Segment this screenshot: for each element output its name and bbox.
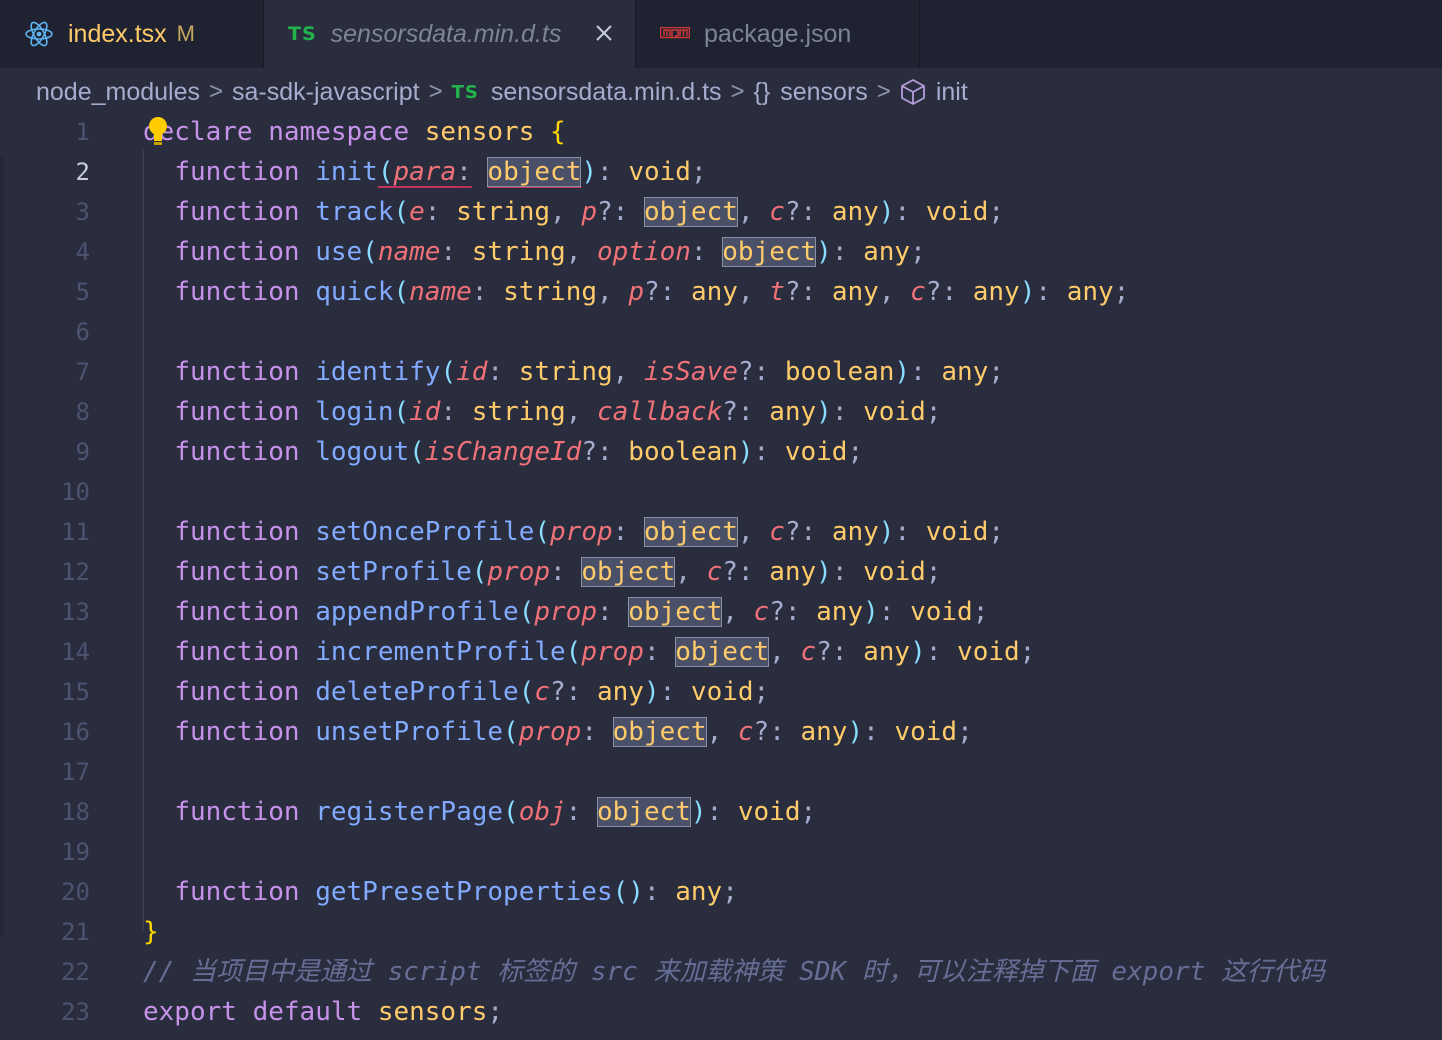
code-line[interactable]: 3 function track(e: string, p?: object, … xyxy=(0,192,1442,232)
code-text: function registerPage(obj: object): void… xyxy=(174,797,817,827)
code-line[interactable]: 12 function setProfile(prop: object, c?:… xyxy=(0,552,1442,592)
line-number: 7 xyxy=(75,358,90,386)
code-text: function quick(name: string, p?: any, t?… xyxy=(174,277,1130,307)
line-number: 3 xyxy=(75,198,90,226)
tab-label: index.tsx xyxy=(68,19,167,48)
line-number: 23 xyxy=(61,998,90,1026)
code-line[interactable]: 19 xyxy=(0,832,1442,872)
code-line[interactable]: 15 function deleteProfile(c?: any): void… xyxy=(0,672,1442,712)
tab-label: sensorsdata.min.d.ts xyxy=(330,19,562,48)
code-text: // 当项目中是通过 script 标签的 src 来加载神策 SDK 时，可以… xyxy=(143,957,1325,987)
code-line[interactable]: 16 function unsetProfile(prop: object, c… xyxy=(0,712,1442,752)
breadcrumb-node-modules[interactable]: node_modules xyxy=(36,78,200,107)
close-icon[interactable] xyxy=(591,20,617,46)
breadcrumb-sensors[interactable]: sensors xyxy=(780,78,868,107)
line-number: 13 xyxy=(61,598,90,626)
code-text: function setProfile(prop: object, c?: an… xyxy=(174,557,942,587)
code-line[interactable]: 9 function logout(isChangeId?: boolean):… xyxy=(0,432,1442,472)
code-line[interactable]: 13 function appendProfile(prop: object, … xyxy=(0,592,1442,632)
line-number: 21 xyxy=(61,918,90,946)
code-text: function setOnceProfile(prop: object, c?… xyxy=(174,517,1005,547)
line-number: 4 xyxy=(75,238,90,266)
code-text: } xyxy=(143,917,159,947)
code-text: function login(id: string, callback?: an… xyxy=(174,397,942,427)
code-line[interactable]: 20 function getPresetProperties(): any; xyxy=(0,872,1442,912)
chevron-right-icon: > xyxy=(209,78,224,105)
code-line[interactable]: 11 function setOnceProfile(prop: object,… xyxy=(0,512,1442,552)
code-text: function unsetProfile(prop: object, c?: … xyxy=(174,717,973,747)
breadcrumb-file[interactable]: sensorsdata.min.d.ts xyxy=(491,78,722,107)
line-number: 19 xyxy=(61,838,90,866)
line-number: 6 xyxy=(75,318,90,346)
code-line[interactable]: 4 function use(name: string, option: obj… xyxy=(0,232,1442,272)
code-line[interactable]: 8 function login(id: string, callback?: … xyxy=(0,392,1442,432)
code-text: declare namespace sensors { xyxy=(143,117,566,147)
line-number: 2 xyxy=(75,158,90,186)
ts-icon: TS xyxy=(288,23,317,45)
chevron-right-icon: > xyxy=(876,78,891,105)
line-number: 15 xyxy=(61,678,90,706)
code-text: function identify(id: string, isSave?: b… xyxy=(174,357,1005,387)
code-text: function appendProfile(prop: object, c?:… xyxy=(174,597,989,627)
tab-bar: index.tsx M TS sensorsdata.min.d.ts pack… xyxy=(0,0,1442,68)
ts-icon: TS xyxy=(451,81,479,103)
breadcrumb-sa-sdk-javascript[interactable]: sa-sdk-javascript xyxy=(232,78,420,107)
code-text: function logout(isChangeId?: boolean): v… xyxy=(174,437,864,467)
code-line[interactable]: 6 xyxy=(0,312,1442,352)
breadcrumb: node_modules > sa-sdk-javascript > TS se… xyxy=(36,70,968,114)
code-line[interactable]: 14 function incrementProfile(prop: objec… xyxy=(0,632,1442,672)
tab-label: package.json xyxy=(704,19,852,48)
code-line[interactable]: 23 export default sensors; xyxy=(0,992,1442,1032)
code-line[interactable]: 7 function identify(id: string, isSave?:… xyxy=(0,352,1442,392)
code-line[interactable]: 1 declare namespace sensors { xyxy=(0,112,1442,152)
code-text: function use(name: string, option: objec… xyxy=(174,237,926,267)
tab-sensorsdata-min-d-ts[interactable]: TS sensorsdata.min.d.ts xyxy=(264,0,636,68)
npm-icon xyxy=(660,27,690,41)
namespace-icon: {} xyxy=(753,77,771,106)
react-icon xyxy=(24,19,54,49)
code-line[interactable]: 18 function registerPage(obj: object): v… xyxy=(0,792,1442,832)
line-number: 18 xyxy=(61,798,90,826)
code-text: function incrementProfile(prop: object, … xyxy=(174,637,1036,667)
code-text: export default sensors; xyxy=(143,997,504,1027)
code-text: function track(e: string, p?: object, c?… xyxy=(174,197,1005,227)
line-number: 8 xyxy=(75,398,90,426)
line-number: 9 xyxy=(75,438,90,466)
line-number: 17 xyxy=(61,758,90,786)
line-number: 20 xyxy=(61,878,90,906)
line-number: 16 xyxy=(61,718,90,746)
chevron-right-icon: > xyxy=(730,78,745,105)
line-number: 10 xyxy=(61,478,90,506)
tab-package-json[interactable]: package.json xyxy=(636,0,920,68)
code-line[interactable]: 2 function init(para: object): void; xyxy=(0,152,1442,192)
method-cube-icon xyxy=(900,78,926,106)
breadcrumb-init[interactable]: init xyxy=(936,78,968,107)
code-line[interactable]: 5 function quick(name: string, p?: any, … xyxy=(0,272,1442,312)
chevron-right-icon: > xyxy=(428,78,443,105)
lightbulb-icon[interactable] xyxy=(146,114,170,148)
code-line[interactable]: 17 xyxy=(0,752,1442,792)
code-editor[interactable]: 1 declare namespace sensors { 2 function i… xyxy=(0,110,1442,1040)
modified-indicator: M xyxy=(176,21,195,46)
code-line[interactable]: 22 // 当项目中是通过 script 标签的 src 来加载神策 SDK 时，… xyxy=(0,952,1442,992)
line-number: 14 xyxy=(61,638,90,666)
code-text: function getPresetProperties(): any; xyxy=(174,877,738,907)
code-text: function init(para: object): void; xyxy=(174,157,707,187)
tab-index-tsx[interactable]: index.tsx M xyxy=(0,0,264,68)
line-number: 22 xyxy=(61,958,90,986)
line-number: 5 xyxy=(75,278,90,306)
code-text: function deleteProfile(c?: any): void; xyxy=(174,677,770,707)
line-number: 1 xyxy=(75,118,90,146)
line-number: 11 xyxy=(61,518,90,546)
line-number: 12 xyxy=(61,558,90,586)
code-line[interactable]: 21} xyxy=(0,912,1442,952)
code-line[interactable]: 10 xyxy=(0,472,1442,512)
